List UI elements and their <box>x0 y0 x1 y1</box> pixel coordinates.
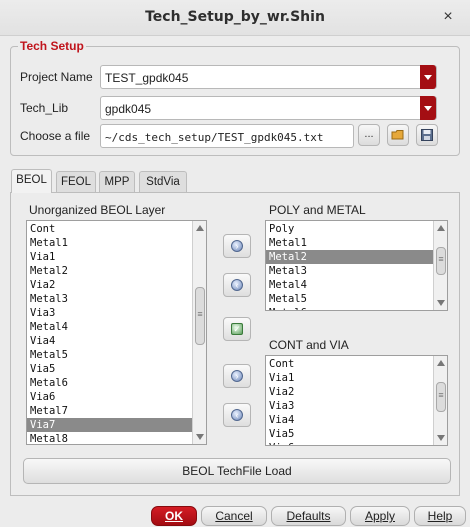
browse-button[interactable]: ... <box>358 124 380 146</box>
auto-sort-button[interactable]: ✓ <box>223 317 251 341</box>
tech-lib-select[interactable]: gpdk045 <box>100 96 437 120</box>
list-item[interactable]: Metal7 <box>27 404 206 418</box>
list-item[interactable]: Metal3 <box>27 292 206 306</box>
poly-metal-title: POLY and METAL <box>269 203 366 217</box>
unorganized-layer-list[interactable]: Cont Metal1 Via1 Metal2 Via2 Metal3 Via3 Metal4… <box>26 220 207 445</box>
list-item[interactable]: Metal1 <box>27 236 206 250</box>
list-item[interactable]: Cont <box>266 357 447 371</box>
arrow-left-icon: ‹ <box>231 409 243 421</box>
tech-lib-value: gpdk045 <box>105 102 152 116</box>
cancel-button[interactable]: Cancel <box>201 506 267 526</box>
list-item[interactable]: Via6 <box>266 441 447 445</box>
scroll-thumb[interactable] <box>436 382 446 412</box>
scroll-thumb[interactable] <box>195 287 205 345</box>
list-item[interactable]: Via5 <box>266 427 447 441</box>
list-item[interactable]: Via1 <box>27 250 206 264</box>
list-item[interactable]: Via7 <box>27 418 206 432</box>
arrow-right-icon: › <box>231 240 243 252</box>
save-icon <box>421 129 433 141</box>
list-item[interactable]: Poly <box>266 222 447 236</box>
scroll-up-icon[interactable] <box>196 225 204 231</box>
list-item[interactable]: Metal1 <box>266 236 447 250</box>
scroll-down-icon[interactable] <box>196 434 204 440</box>
scroll-down-icon[interactable] <box>437 300 445 306</box>
move-from-via-button[interactable]: ‹ <box>223 403 251 427</box>
window-title: Tech_Setup_by_wr.Shin <box>145 9 325 25</box>
tech-lib-label: Tech_Lib <box>20 101 69 115</box>
help-button[interactable]: Help <box>414 506 466 526</box>
open-folder-button[interactable] <box>387 124 409 146</box>
file-path-input[interactable]: ~/cds_tech_setup/TEST_gpdk045.txt <box>100 124 354 148</box>
scrollbar[interactable] <box>192 221 206 444</box>
defaults-button[interactable]: Defaults <box>271 506 346 526</box>
scrollbar[interactable] <box>433 356 447 445</box>
project-name-label: Project Name <box>20 70 93 84</box>
list-item[interactable]: Metal6 <box>27 376 206 390</box>
apply-button[interactable]: Apply <box>350 506 410 526</box>
move-to-poly-button[interactable]: › <box>223 234 251 258</box>
list-item[interactable]: Metal3 <box>266 264 447 278</box>
chevron-down-icon[interactable] <box>420 96 436 120</box>
tech-setup-title: Tech Setup <box>18 39 86 53</box>
cont-via-title: CONT and VIA <box>269 338 349 352</box>
list-item[interactable]: Metal4 <box>27 320 206 334</box>
scrollbar[interactable] <box>433 221 447 310</box>
list-item[interactable]: Via4 <box>266 413 447 427</box>
tab-feol[interactable]: FEOL <box>56 171 96 194</box>
list-item[interactable]: Via5 <box>27 362 206 376</box>
list-item[interactable]: Metal2 <box>27 264 206 278</box>
scroll-thumb[interactable] <box>436 247 446 275</box>
list-item[interactable]: Metal5 <box>27 348 206 362</box>
beol-techfile-load-button[interactable]: BEOL TechFile Load <box>23 458 451 484</box>
list-item[interactable]: Via2 <box>266 385 447 399</box>
title-bar: Tech_Setup_by_wr.Shin × <box>0 0 470 36</box>
unorganized-layer-title: Unorganized BEOL Layer <box>29 203 166 217</box>
list-item[interactable]: Via4 <box>27 334 206 348</box>
tab-mpp[interactable]: MPP <box>99 171 135 194</box>
list-item[interactable]: Metal4 <box>266 278 447 292</box>
move-to-via-button[interactable]: › <box>223 364 251 388</box>
scroll-up-icon[interactable] <box>437 225 445 231</box>
close-icon[interactable]: × <box>438 6 458 28</box>
scroll-up-icon[interactable] <box>437 360 445 366</box>
tab-beol[interactable]: BEOL <box>11 169 52 193</box>
list-item[interactable]: Via3 <box>27 306 206 320</box>
ok-button[interactable]: OK <box>151 506 197 526</box>
list-item[interactable]: Metal6 <box>266 306 447 310</box>
list-item[interactable]: Via3 <box>266 399 447 413</box>
scroll-down-icon[interactable] <box>437 435 445 441</box>
list-item[interactable]: Metal5 <box>266 292 447 306</box>
project-name-select[interactable]: TEST_gpdk045 <box>100 65 437 89</box>
list-item[interactable]: Cont <box>27 222 206 236</box>
arrow-left-icon: ‹ <box>231 279 243 291</box>
save-file-button[interactable] <box>416 124 438 146</box>
choose-file-label: Choose a file <box>20 129 91 143</box>
move-from-poly-button[interactable]: ‹ <box>223 273 251 297</box>
folder-icon <box>391 130 404 140</box>
arrow-right-icon: › <box>231 370 243 382</box>
list-item[interactable]: Metal2 <box>266 250 447 264</box>
list-item[interactable]: Via6 <box>27 390 206 404</box>
list-item[interactable]: Metal8 <box>27 432 206 444</box>
sort-icon: ✓ <box>231 323 243 335</box>
list-item[interactable]: Via2 <box>27 278 206 292</box>
chevron-down-icon[interactable] <box>420 65 436 89</box>
poly-metal-list[interactable]: PolyMetal1Metal2Metal3Metal4Metal5Metal6 <box>265 220 448 311</box>
project-name-value: TEST_gpdk045 <box>105 71 189 85</box>
tab-stdvia[interactable]: StdVia <box>139 171 187 194</box>
list-item[interactable]: Via1 <box>266 371 447 385</box>
file-path-value: ~/cds_tech_setup/TEST_gpdk045.txt <box>105 131 324 144</box>
cont-via-list[interactable]: ContVia1Via2Via3Via4Via5Via6 <box>265 355 448 446</box>
